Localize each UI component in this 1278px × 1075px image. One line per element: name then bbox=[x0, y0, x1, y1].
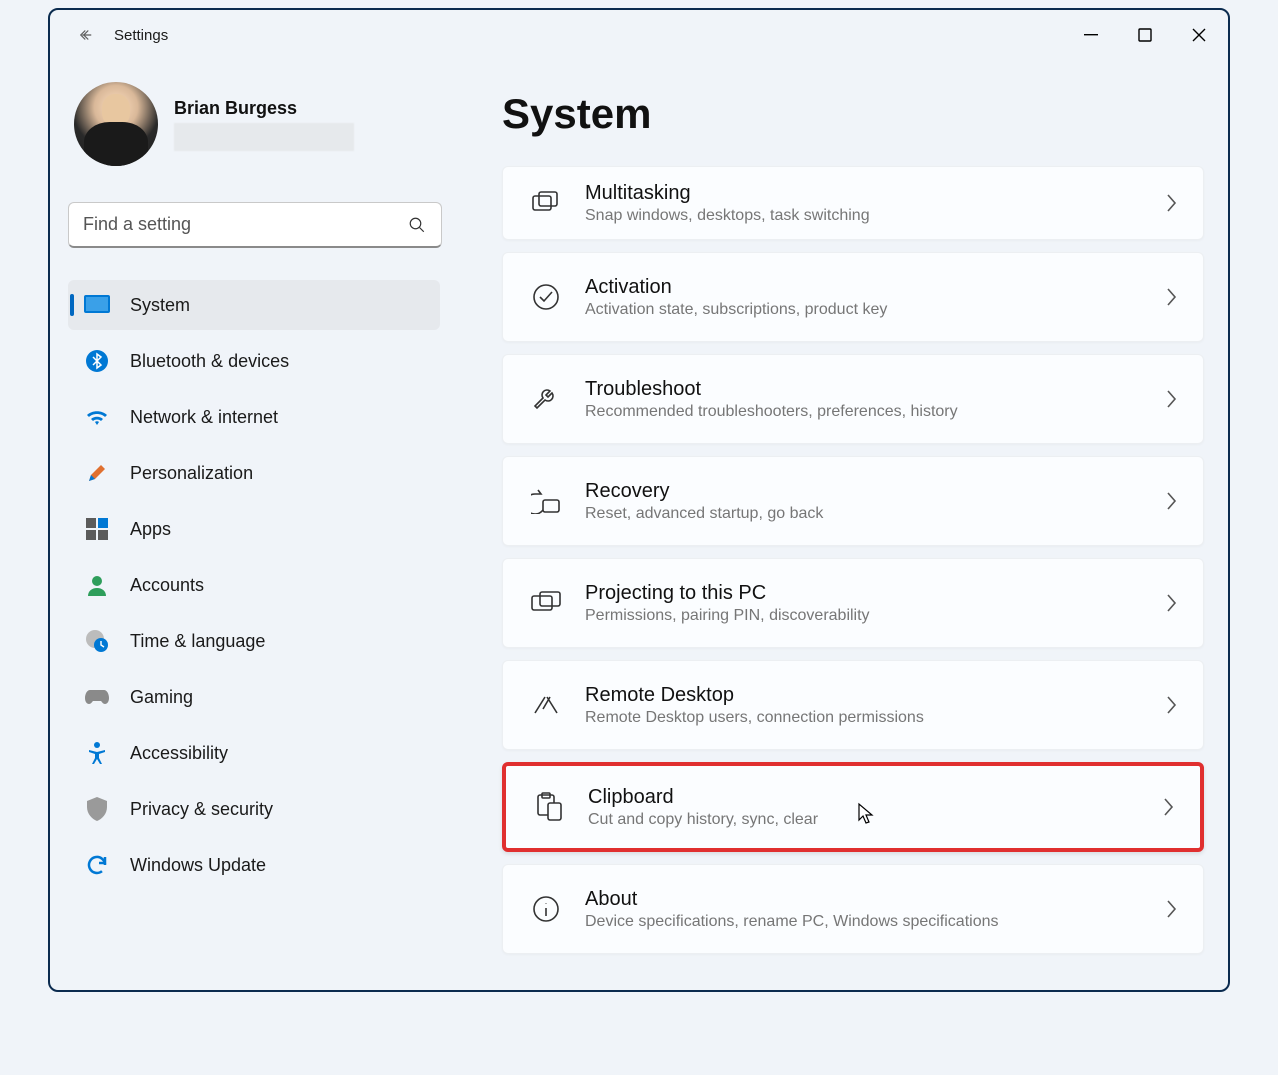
sidebar-item-system[interactable]: System bbox=[68, 280, 440, 330]
recovery-icon bbox=[529, 488, 563, 514]
multitasking-icon bbox=[529, 191, 563, 215]
clock-globe-icon bbox=[84, 628, 110, 654]
content-area: System Multitasking Snap windows, deskto… bbox=[458, 60, 1228, 990]
chevron-right-icon bbox=[1165, 899, 1177, 919]
card-subtitle: Reset, advanced startup, go back bbox=[585, 505, 1165, 523]
sidebar-item-label: Windows Update bbox=[130, 855, 266, 876]
close-icon bbox=[1192, 28, 1206, 42]
sidebar-item-label: Apps bbox=[130, 519, 171, 540]
card-title: Clipboard bbox=[588, 786, 1162, 809]
close-button[interactable] bbox=[1172, 15, 1226, 55]
sidebar-item-label: Accessibility bbox=[130, 743, 228, 764]
page-title: System bbox=[502, 90, 1204, 138]
card-title: Remote Desktop bbox=[585, 684, 1165, 707]
info-icon bbox=[529, 895, 563, 923]
card-multitasking[interactable]: Multitasking Snap windows, desktops, tas… bbox=[502, 166, 1204, 240]
gamepad-icon bbox=[84, 684, 110, 710]
user-email-redacted bbox=[174, 123, 354, 151]
card-about[interactable]: About Device specifications, rename PC, … bbox=[502, 864, 1204, 954]
card-subtitle: Snap windows, desktops, task switching bbox=[585, 207, 1165, 225]
settings-cards: Multitasking Snap windows, desktops, tas… bbox=[502, 166, 1204, 954]
minimize-button[interactable] bbox=[1064, 15, 1118, 55]
card-title: Projecting to this PC bbox=[585, 582, 1165, 605]
sidebar-item-label: Accounts bbox=[130, 575, 204, 596]
card-activation[interactable]: Activation Activation state, subscriptio… bbox=[502, 252, 1204, 342]
chevron-right-icon bbox=[1165, 193, 1177, 213]
chevron-right-icon bbox=[1165, 389, 1177, 409]
chevron-right-icon bbox=[1165, 491, 1177, 511]
app-title: Settings bbox=[114, 27, 168, 44]
sidebar-item-accessibility[interactable]: Accessibility bbox=[68, 728, 440, 778]
chevron-right-icon bbox=[1165, 593, 1177, 613]
sidebar-item-label: Network & internet bbox=[130, 407, 278, 428]
card-subtitle: Recommended troubleshooters, preferences… bbox=[585, 403, 1165, 421]
sidebar-item-label: Gaming bbox=[130, 687, 193, 708]
projecting-icon bbox=[529, 591, 563, 615]
sidebar-item-accounts[interactable]: Accounts bbox=[68, 560, 440, 610]
sidebar-item-label: Time & language bbox=[130, 631, 265, 652]
wifi-icon bbox=[84, 404, 110, 430]
system-icon bbox=[84, 292, 110, 318]
card-title: Recovery bbox=[585, 480, 1165, 503]
settings-window: Settings Brian Burgess bbox=[48, 8, 1230, 992]
card-troubleshoot[interactable]: Troubleshoot Recommended troubleshooters… bbox=[502, 354, 1204, 444]
maximize-button[interactable] bbox=[1118, 15, 1172, 55]
user-info: Brian Burgess bbox=[174, 98, 354, 151]
shield-icon bbox=[84, 796, 110, 822]
avatar bbox=[74, 82, 158, 166]
person-icon bbox=[84, 572, 110, 598]
sidebar-item-label: Bluetooth & devices bbox=[130, 351, 289, 372]
search-icon bbox=[408, 216, 426, 234]
card-subtitle: Activation state, subscriptions, product… bbox=[585, 301, 1165, 319]
card-recovery[interactable]: Recovery Reset, advanced startup, go bac… bbox=[502, 456, 1204, 546]
sidebar: Brian Burgess System bbox=[50, 60, 458, 990]
paintbrush-icon bbox=[84, 460, 110, 486]
sidebar-item-gaming[interactable]: Gaming bbox=[68, 672, 440, 722]
wrench-icon bbox=[529, 385, 563, 413]
sidebar-item-label: Personalization bbox=[130, 463, 253, 484]
clipboard-icon bbox=[532, 792, 566, 822]
apps-icon bbox=[84, 516, 110, 542]
card-subtitle: Remote Desktop users, connection permiss… bbox=[585, 709, 1165, 727]
sidebar-item-label: System bbox=[130, 295, 190, 316]
sync-icon bbox=[84, 852, 110, 878]
accessibility-icon bbox=[84, 740, 110, 766]
sidebar-item-label: Privacy & security bbox=[130, 799, 273, 820]
bluetooth-icon bbox=[84, 348, 110, 374]
sidebar-item-apps[interactable]: Apps bbox=[68, 504, 440, 554]
checkmark-circle-icon bbox=[529, 283, 563, 311]
remote-desktop-icon bbox=[529, 693, 563, 717]
sidebar-item-time-language[interactable]: Time & language bbox=[68, 616, 440, 666]
card-title: Activation bbox=[585, 276, 1165, 299]
search-box bbox=[68, 202, 440, 248]
back-button[interactable] bbox=[66, 15, 106, 55]
window-controls bbox=[1064, 15, 1226, 55]
card-remote-desktop[interactable]: Remote Desktop Remote Desktop users, con… bbox=[502, 660, 1204, 750]
minimize-icon bbox=[1084, 28, 1098, 42]
sidebar-item-bluetooth[interactable]: Bluetooth & devices bbox=[68, 336, 440, 386]
sidebar-item-privacy[interactable]: Privacy & security bbox=[68, 784, 440, 834]
sidebar-item-personalization[interactable]: Personalization bbox=[68, 448, 440, 498]
maximize-icon bbox=[1138, 28, 1152, 42]
user-account-row[interactable]: Brian Burgess bbox=[68, 82, 440, 176]
chevron-right-icon bbox=[1165, 287, 1177, 307]
card-subtitle: Permissions, pairing PIN, discoverabilit… bbox=[585, 607, 1165, 625]
sidebar-nav: System Bluetooth & devices Network & int… bbox=[68, 280, 440, 890]
card-title: Troubleshoot bbox=[585, 378, 1165, 401]
user-name: Brian Burgess bbox=[174, 98, 354, 119]
sidebar-item-network[interactable]: Network & internet bbox=[68, 392, 440, 442]
arrow-left-icon bbox=[77, 26, 95, 44]
card-clipboard[interactable]: Clipboard Cut and copy history, sync, cl… bbox=[502, 762, 1204, 852]
card-title: About bbox=[585, 888, 1165, 911]
card-projecting[interactable]: Projecting to this PC Permissions, pairi… bbox=[502, 558, 1204, 648]
card-subtitle: Cut and copy history, sync, clear bbox=[588, 811, 1162, 829]
card-subtitle: Device specifications, rename PC, Window… bbox=[585, 913, 1165, 931]
card-title: Multitasking bbox=[585, 182, 1165, 205]
chevron-right-icon bbox=[1165, 695, 1177, 715]
chevron-right-icon bbox=[1162, 797, 1174, 817]
titlebar: Settings bbox=[50, 10, 1228, 60]
search-input[interactable] bbox=[68, 202, 442, 248]
sidebar-item-windows-update[interactable]: Windows Update bbox=[68, 840, 440, 890]
